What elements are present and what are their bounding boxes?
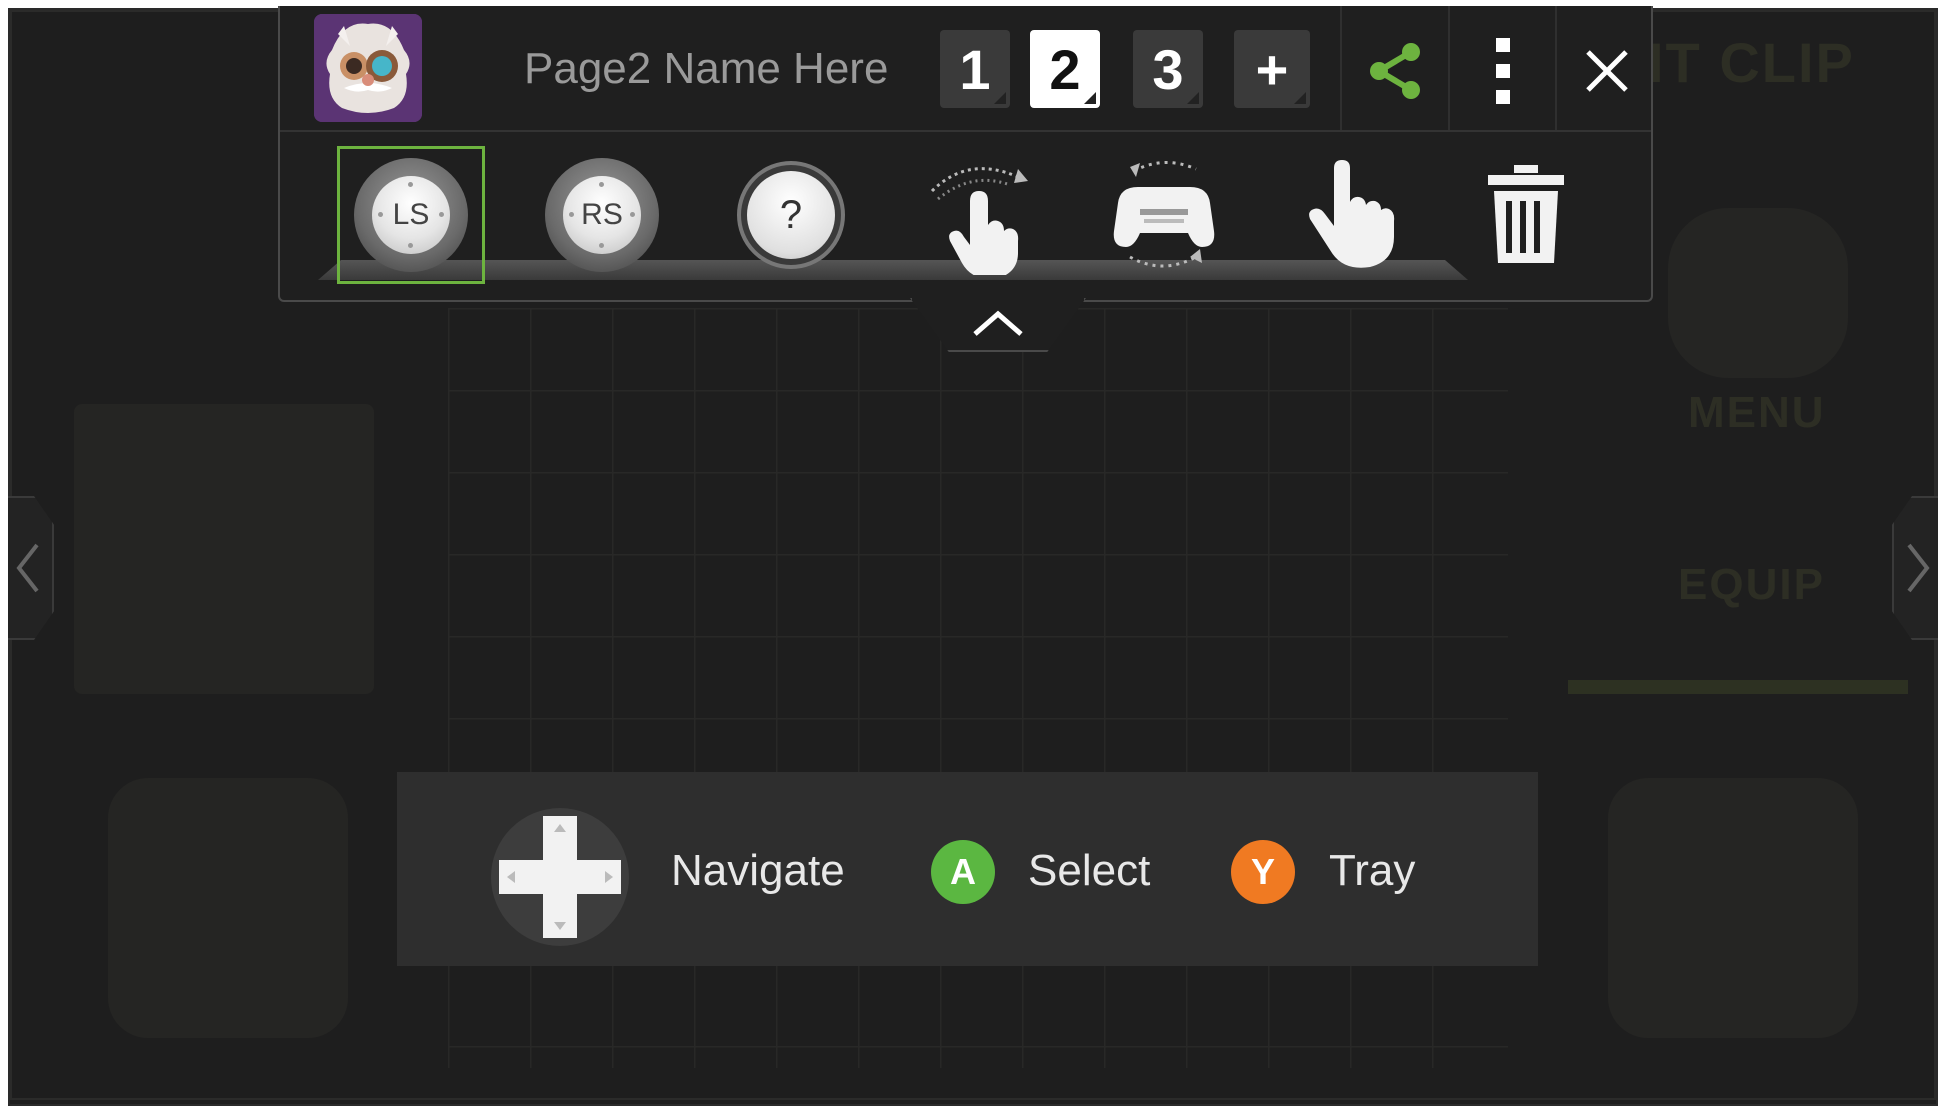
background-dpad-left bbox=[108, 778, 348, 1038]
chevron-left-icon bbox=[16, 543, 39, 593]
right-stick-icon: RS bbox=[545, 158, 659, 272]
plus-icon: + bbox=[1255, 37, 1289, 101]
close-button[interactable] bbox=[1562, 26, 1652, 116]
swipe-gesture-icon bbox=[930, 167, 1028, 275]
tilt-controller-tool[interactable] bbox=[1090, 146, 1238, 284]
toolbar-divider bbox=[1448, 6, 1450, 130]
tap-gesture-tool[interactable] bbox=[1280, 146, 1428, 284]
toolbar-divider bbox=[1555, 6, 1557, 130]
page-tab-label: 3 bbox=[1152, 37, 1184, 101]
page-left-arrow[interactable] bbox=[8, 496, 54, 640]
dpad-icon bbox=[491, 808, 629, 946]
swipe-gesture-tool[interactable] bbox=[904, 146, 1052, 284]
page-name-title[interactable]: Page2 Name Here bbox=[524, 44, 888, 94]
y-button-icon: Y bbox=[1231, 840, 1295, 904]
left-stick-tool[interactable]: LS bbox=[337, 146, 485, 284]
page-tab-1[interactable]: 1 bbox=[940, 30, 1010, 108]
game-avatar[interactable] bbox=[314, 14, 422, 122]
tab-corner-icon bbox=[994, 92, 1006, 104]
background-equip-label: EQUIP bbox=[1678, 560, 1825, 609]
tools-row: LS RS ? bbox=[280, 132, 1651, 292]
tab-corner-icon bbox=[1187, 92, 1199, 104]
controller-hint-bar: Navigate A Select Y Tray bbox=[397, 772, 1538, 966]
share-button[interactable] bbox=[1350, 26, 1440, 116]
background-dpad-right bbox=[1608, 778, 1858, 1038]
page-tab-2[interactable]: 2 bbox=[1030, 30, 1100, 108]
background-menu-label: MENU bbox=[1688, 388, 1826, 437]
background-title: IT CLIP bbox=[1648, 31, 1855, 94]
left-stick-label: LS bbox=[392, 198, 430, 231]
background-avatar-right bbox=[1668, 208, 1848, 378]
left-stick-icon: LS bbox=[354, 158, 468, 272]
tab-corner-icon bbox=[1084, 92, 1096, 104]
navigate-label: Navigate bbox=[671, 846, 845, 895]
add-page-button[interactable]: + bbox=[1234, 30, 1310, 108]
share-icon bbox=[1370, 43, 1420, 99]
tap-hand-icon bbox=[1309, 160, 1395, 268]
page-tab-3[interactable]: 3 bbox=[1133, 30, 1203, 108]
background-bar bbox=[1568, 680, 1908, 694]
page-right-arrow[interactable] bbox=[1892, 496, 1938, 640]
tab-corner-icon bbox=[1294, 92, 1306, 104]
right-stick-label: RS bbox=[581, 198, 623, 231]
toolbar-header: Page2 Name Here 1 2 3 + bbox=[280, 6, 1651, 132]
close-icon bbox=[1586, 50, 1628, 92]
chevron-up-icon bbox=[973, 310, 1023, 336]
toolbar-divider bbox=[1340, 6, 1342, 130]
question-label: ? bbox=[747, 171, 835, 259]
chevron-right-icon bbox=[1907, 543, 1930, 593]
question-button-icon: ? bbox=[737, 161, 845, 269]
select-label: Select bbox=[1028, 846, 1151, 895]
controller-tilt-icon bbox=[1113, 160, 1215, 268]
unassigned-button-tool[interactable]: ? bbox=[717, 146, 865, 284]
trash-icon bbox=[1488, 165, 1564, 263]
more-options-button[interactable] bbox=[1458, 26, 1548, 116]
mapping-toolbar: Page2 Name Here 1 2 3 + LS RS ? bbox=[278, 6, 1653, 302]
delete-button[interactable] bbox=[1452, 146, 1600, 284]
background-panel-left bbox=[74, 404, 374, 694]
page-tab-label: 2 bbox=[1049, 37, 1081, 101]
more-vertical-icon bbox=[1496, 38, 1510, 104]
a-button-icon: A bbox=[931, 840, 995, 904]
right-stick-tool[interactable]: RS bbox=[528, 146, 676, 284]
tray-label: Tray bbox=[1329, 846, 1416, 895]
page-tab-label: 1 bbox=[959, 37, 991, 101]
